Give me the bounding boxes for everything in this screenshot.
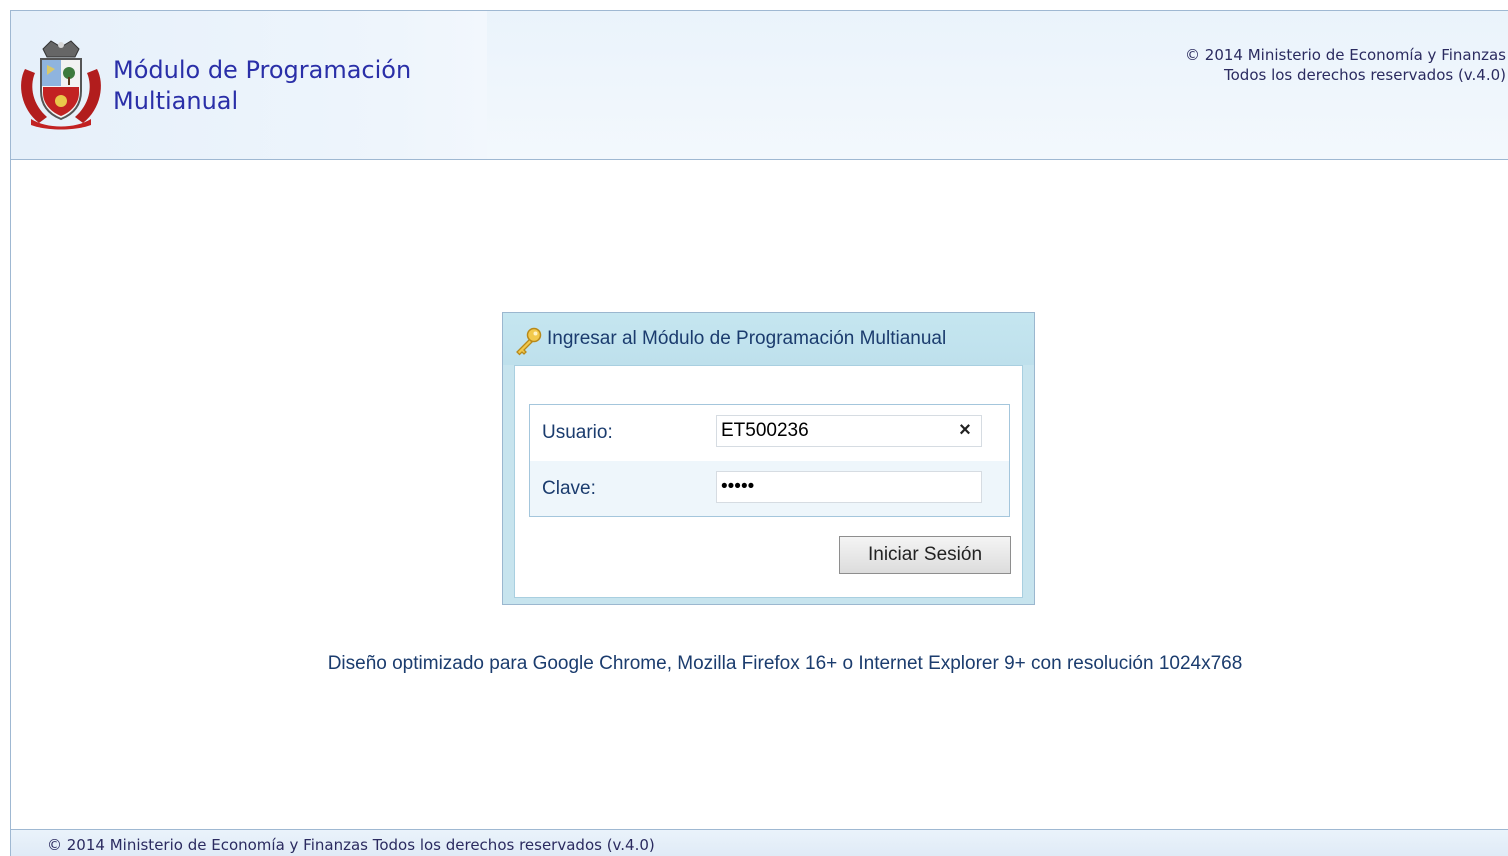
login-panel-title: Ingresar al Módulo de Programación Multi…: [547, 328, 947, 349]
login-panel-body: Usuario: × Clave: Iniciar Sesión: [514, 365, 1023, 598]
coat-of-arms-logo: [21, 40, 101, 130]
header-copyright-line2: Todos los derechos reservados (v.4.0): [1224, 66, 1506, 84]
header-copyright: © 2014 Ministerio de Economía y Finanzas…: [1185, 45, 1506, 85]
password-row: Clave:: [530, 461, 1009, 516]
header-copyright-line1: © 2014 Ministerio de Economía y Finanzas: [1185, 46, 1506, 64]
page-footer: © 2014 Ministerio de Economía y Finanzas…: [11, 829, 1508, 856]
page-header: Módulo de Programación Multianual © 2014…: [11, 11, 1508, 160]
login-panel-header: Ingresar al Módulo de Programación Multi…: [503, 313, 1034, 365]
app-title-line2: Multianual: [113, 87, 239, 115]
username-input[interactable]: [716, 415, 982, 447]
clear-icon[interactable]: ×: [955, 419, 975, 441]
username-row: Usuario: ×: [530, 405, 1009, 460]
username-label: Usuario:: [542, 422, 613, 443]
app-title-line1: Módulo de Programación: [113, 56, 412, 84]
key-icon: [516, 327, 542, 356]
password-label: Clave:: [542, 478, 596, 499]
browser-compatibility-note: Diseño optimizado para Google Chrome, Mo…: [327, 653, 1243, 674]
page-frame: Módulo de Programación Multianual © 2014…: [10, 10, 1508, 856]
login-button[interactable]: Iniciar Sesión: [839, 536, 1011, 574]
login-form: Usuario: × Clave:: [529, 404, 1010, 517]
app-title: Módulo de Programación Multianual: [113, 55, 493, 117]
header-brand-area: Módulo de Programación Multianual: [11, 11, 487, 159]
password-input[interactable]: [716, 471, 982, 503]
login-panel: Ingresar al Módulo de Programación Multi…: [502, 312, 1035, 605]
footer-copyright: © 2014 Ministerio de Economía y Finanzas…: [47, 836, 655, 854]
